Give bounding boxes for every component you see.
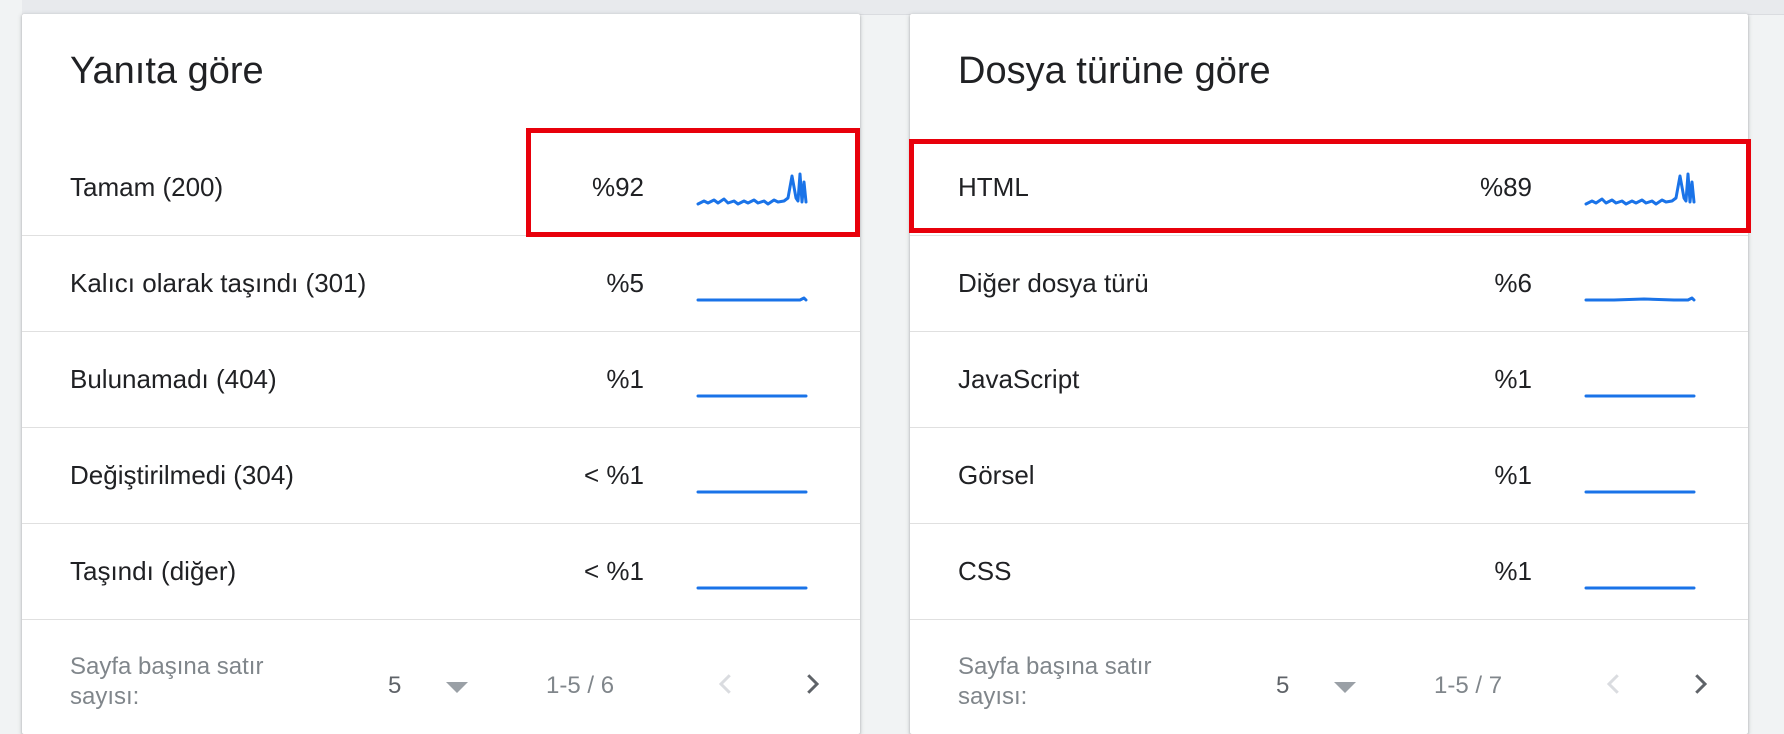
pagination-footer: Sayfa başına satır sayısı: 5 1-5 / 6 [22, 620, 860, 730]
row-percentage: %1 [1494, 364, 1532, 394]
previous-page-button[interactable] [1592, 662, 1636, 706]
list-item[interactable]: Kalıcı olarak taşındı (301) %5 [22, 236, 860, 332]
row-percentage: %1 [606, 364, 644, 394]
row-label: Kalıcı olarak taşındı (301) [70, 268, 367, 298]
chevron-left-icon [718, 674, 731, 694]
trend-sparkline [696, 490, 808, 494]
previous-page-button[interactable] [704, 662, 748, 706]
row-label: Görsel [958, 460, 1035, 490]
next-page-button[interactable] [1678, 662, 1722, 706]
response-breakdown-card: Yanıta göre Tamam (200) %92 Kalıcı olara… [22, 14, 860, 734]
row-label: Değiştirilmedi (304) [70, 460, 294, 490]
pagination-footer: Sayfa başına satır sayısı: 5 1-5 / 7 [910, 620, 1748, 730]
trend-sparkline [696, 172, 808, 206]
row-label: CSS [958, 556, 1012, 586]
list-item[interactable]: Bulunamadı (404) %1 [22, 332, 860, 428]
file-type-breakdown-card: Dosya türüne göre HTML %89 Diğer dosya t… [910, 14, 1748, 734]
rows-per-page-label: Sayfa başına satır sayısı: [958, 653, 1152, 710]
top-divider [22, 0, 1784, 15]
pagination-range: 1-5 / 7 [1434, 672, 1503, 699]
row-percentage: %1 [1494, 556, 1532, 586]
next-page-button[interactable] [790, 662, 834, 706]
chevron-left-icon [1606, 674, 1619, 694]
row-label: Tamam (200) [70, 172, 224, 202]
card-title: Yanıta göre [70, 50, 264, 92]
pagination-range: 1-5 / 6 [546, 672, 615, 699]
list-item[interactable]: Taşındı (diğer) < %1 [22, 524, 860, 620]
trend-sparkline [1584, 296, 1696, 302]
list-item[interactable]: Diğer dosya türü %6 [910, 236, 1748, 332]
row-label: Bulunamadı (404) [70, 364, 277, 394]
trend-sparkline [1584, 586, 1696, 590]
row-percentage: %89 [1479, 172, 1532, 202]
row-percentage: %5 [606, 268, 644, 298]
row-label: HTML [958, 172, 1029, 202]
row-label: Taşındı (diğer) [70, 556, 237, 586]
trend-sparkline [696, 586, 808, 590]
trend-sparkline [696, 394, 808, 398]
caret-down-icon[interactable] [446, 682, 468, 693]
row-label: Diğer dosya türü [958, 268, 1149, 298]
trend-sparkline [1584, 490, 1696, 494]
row-percentage: < %1 [584, 460, 644, 490]
list-item[interactable]: HTML %89 [910, 140, 1748, 236]
list-item[interactable]: Görsel %1 [910, 428, 1748, 524]
card-title: Dosya türüne göre [958, 50, 1271, 92]
row-percentage: < %1 [584, 556, 644, 586]
rows-per-page-label: Sayfa başına satır sayısı: [70, 653, 264, 710]
breakdown-list: Tamam (200) %92 Kalıcı olarak taşındı (3… [22, 140, 860, 620]
trend-sparkline [1584, 394, 1696, 398]
trend-sparkline [1584, 172, 1696, 206]
trend-sparkline [696, 296, 808, 302]
row-percentage: %1 [1494, 460, 1532, 490]
chevron-right-icon [1695, 674, 1708, 694]
list-item[interactable]: Değiştirilmedi (304) < %1 [22, 428, 860, 524]
rows-per-page-select[interactable]: 5 [1276, 672, 1289, 700]
rows-per-page-select[interactable]: 5 [388, 672, 401, 700]
caret-down-icon[interactable] [1334, 682, 1356, 693]
list-item[interactable]: JavaScript %1 [910, 332, 1748, 428]
list-item[interactable]: CSS %1 [910, 524, 1748, 620]
row-percentage: %6 [1494, 268, 1532, 298]
chevron-right-icon [807, 674, 820, 694]
row-label: JavaScript [958, 364, 1080, 394]
list-item[interactable]: Tamam (200) %92 [22, 140, 860, 236]
breakdown-list: HTML %89 Diğer dosya türü %6 JavaScript … [910, 140, 1748, 620]
row-percentage: %92 [591, 172, 644, 202]
